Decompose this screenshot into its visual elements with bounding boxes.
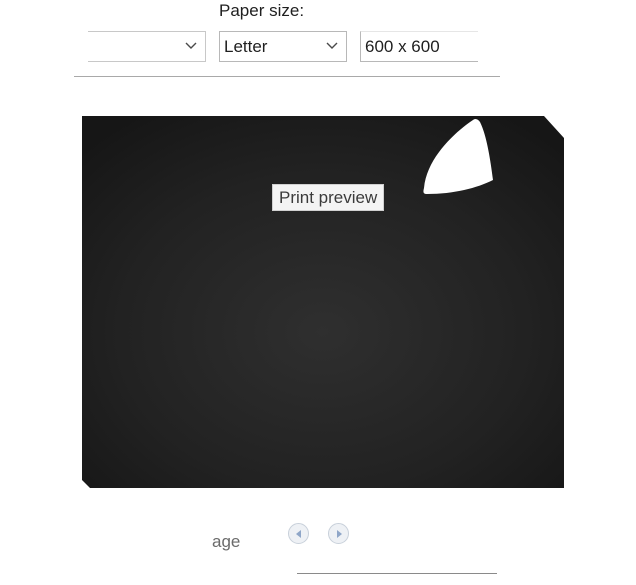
size-input[interactable]: 600 x 600 bbox=[360, 31, 478, 62]
divider-bottom bbox=[297, 573, 497, 574]
paper-size-dropdown[interactable]: Letter bbox=[219, 31, 347, 62]
arrow-left-icon bbox=[296, 530, 301, 538]
paper-size-value: Letter bbox=[224, 37, 268, 56]
print-preview-area bbox=[82, 116, 564, 488]
chevron-down-icon bbox=[326, 42, 338, 49]
next-page-button[interactable] bbox=[328, 523, 349, 544]
divider-top bbox=[74, 76, 500, 77]
paper-size-label: Paper size: bbox=[219, 1, 305, 20]
arrow-right-icon bbox=[337, 530, 342, 538]
print-preview-label: Print preview bbox=[272, 184, 385, 211]
page-label: age bbox=[212, 532, 241, 551]
previous-page-button[interactable] bbox=[288, 523, 309, 544]
left-dropdown[interactable] bbox=[88, 31, 206, 62]
chevron-down-icon bbox=[185, 42, 197, 49]
preview-image bbox=[82, 116, 564, 488]
